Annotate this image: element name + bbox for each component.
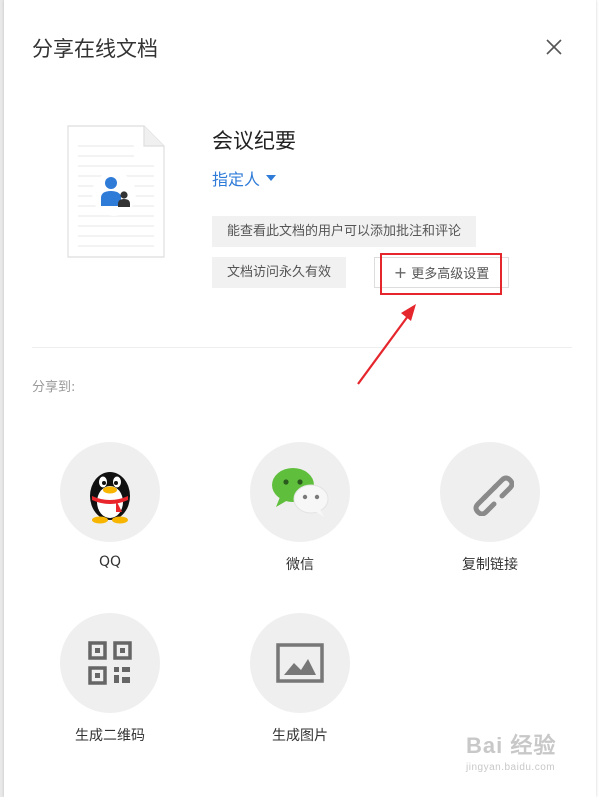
image-circle [250, 613, 350, 713]
close-icon[interactable] [543, 36, 565, 58]
link-circle [440, 442, 540, 542]
dialog-title: 分享在线文档 [32, 37, 158, 61]
share-dialog: 分享在线文档 会议纪要 指定人 能查看此文档的用户可以添加批注和评论 文档访问永… [4, 0, 596, 797]
wechat-circle [250, 442, 350, 542]
copy-link-label: 复制链接 [462, 557, 518, 573]
generate-image-label: 生成图片 [272, 728, 328, 744]
comment-permission-tag: 能查看此文档的用户可以添加批注和评论 [212, 216, 477, 247]
document-name: 会议纪要 [212, 129, 296, 153]
qq-icon [90, 472, 130, 524]
share-wechat-button[interactable]: 微信 [230, 442, 370, 574]
share-wechat-label: 微信 [286, 557, 314, 573]
watermark-text: Bai 经验 [466, 733, 557, 758]
permission-label: 指定人 [212, 170, 261, 189]
document-thumbnail [66, 124, 166, 259]
baidu-watermark: Bai 经验 jingyan.baidu.com [466, 728, 598, 780]
generate-qrcode-label: 生成二维码 [75, 728, 145, 744]
qrcode-circle [60, 613, 160, 713]
watermark-url: jingyan.baidu.com [466, 762, 556, 773]
generate-image-button[interactable]: 生成图片 [230, 613, 370, 745]
link-icon [473, 475, 514, 516]
share-qq-label: QQ [98, 554, 122, 570]
qrcode-icon [88, 641, 132, 685]
image-icon [276, 643, 324, 683]
wechat-icon [272, 468, 329, 517]
copy-link-button[interactable]: 复制链接 [420, 442, 560, 574]
share-to-label: 分享到: [32, 380, 76, 395]
share-qq-button[interactable]: QQ [40, 442, 180, 570]
annotation-highlight-box [380, 253, 502, 295]
caret-down-icon [266, 175, 277, 181]
generate-qrcode-button[interactable]: 生成二维码 [40, 613, 180, 745]
validity-tag: 文档访问永久有效 [212, 257, 347, 288]
qq-circle [60, 442, 160, 542]
permission-dropdown[interactable]: 指定人 [212, 166, 277, 190]
divider [32, 347, 572, 348]
